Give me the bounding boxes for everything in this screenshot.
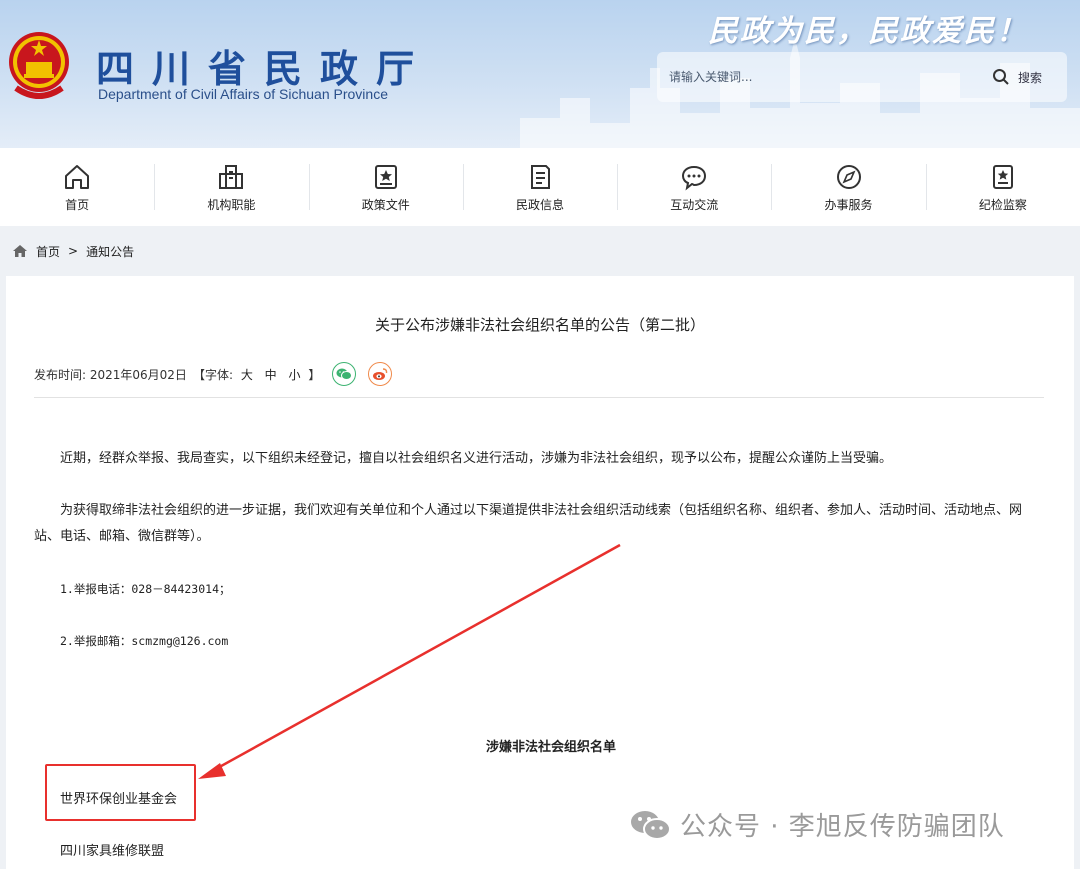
nav-item-label: 政策文件 [361, 197, 410, 212]
nav-item-label: 民政信息 [515, 197, 564, 212]
article-panel: 关于公布涉嫌非法社会组织名单的公告（第二批） 发布时间: 2021年06月02日… [6, 276, 1074, 869]
article-title: 关于公布涉嫌非法社会组织名单的公告（第二批） [374, 316, 705, 334]
home-icon [13, 245, 27, 257]
national-emblem-icon [9, 32, 69, 99]
badge-icon [992, 164, 1013, 189]
report-phone: 1.举报电话：028－84423014； [60, 582, 231, 596]
paragraph-2: 为获得取缔非法社会组织的进一步证据，我们欢迎有关单位和个人通过以下渠道提供非法社… [34, 503, 1023, 544]
font-size-medium[interactable]: 中 [265, 368, 277, 382]
search-button[interactable]: 搜索 [992, 64, 1062, 90]
nav-item-organization[interactable]: 机构职能 [154, 148, 308, 226]
nav-item-info[interactable]: 民政信息 [462, 148, 617, 226]
home-icon [65, 164, 90, 189]
nav-item-discipline[interactable]: 纪检监察 [925, 148, 1080, 226]
watermark-text: 公众号 · 李旭反传防骗团队 [680, 812, 1005, 842]
paragraph-1: 近期，经群众举报、我局查实，以下组织未经登记，擅自以社会组织名义进行活动，涉嫌为… [60, 451, 893, 466]
site-title: 四川省民政厅 [96, 46, 433, 91]
nav-item-label: 机构职能 [207, 197, 256, 212]
breadcrumb: 首页 > 通知公告 [0, 226, 1080, 276]
compass-icon [836, 164, 861, 189]
share-wechat-button[interactable] [332, 362, 357, 386]
nav-item-label: 办事服务 [824, 197, 873, 212]
search-input[interactable] [669, 64, 969, 90]
building-icon [219, 164, 244, 189]
slogan: 民政为民，民政爱民！ [708, 14, 1028, 49]
font-size-open: 【字体: [192, 367, 233, 382]
nav-item-label: 首页 [65, 197, 90, 212]
search-icon [993, 69, 1009, 85]
nav-item-home[interactable]: 首页 [0, 148, 154, 226]
search-button-label: 搜索 [1018, 70, 1043, 85]
star-document-icon [374, 164, 397, 189]
header-banner: 四川省民政厅 Department of Civil Affairs of Si… [0, 0, 1080, 148]
chat-icon [682, 165, 707, 190]
report-email[interactable]: 2.举报邮箱：scmzmg@126.com [60, 633, 228, 649]
breadcrumb-home-link[interactable]: 首页 [36, 243, 60, 260]
breadcrumb-current[interactable]: 通知公告 [86, 243, 134, 260]
font-size-large[interactable]: 大 [241, 368, 253, 382]
breadcrumb-separator: > [68, 244, 79, 258]
nav-item-label: 纪检监察 [978, 197, 1027, 212]
wechat-icon [631, 810, 671, 840]
font-size-close: 】 [308, 367, 321, 382]
share-weibo-button[interactable] [368, 362, 393, 386]
article-meta: 发布时间: 2021年06月02日 【字体: 大 中 小 】 [34, 362, 393, 386]
wechat-icon [336, 368, 353, 380]
publish-date: 发布时间: 2021年06月02日 [34, 367, 187, 382]
nav-item-interaction[interactable]: 互动交流 [617, 148, 771, 226]
nav-item-label: 互动交流 [670, 197, 719, 212]
highlight-box [45, 764, 196, 821]
nav-item-services[interactable]: 办事服务 [771, 148, 925, 226]
organization-item: 四川家具维修联盟 [60, 844, 165, 859]
nav-item-policy[interactable]: 政策文件 [308, 148, 463, 226]
weibo-icon [373, 368, 388, 380]
list-title: 涉嫌非法社会组织名单 [485, 740, 616, 755]
site-subtitle: Department of Civil Affairs of Sichuan P… [98, 86, 388, 102]
font-size-small[interactable]: 小 [289, 368, 301, 382]
meta-divider [34, 397, 1044, 398]
watermark: 公众号 · 李旭反传防骗团队 [630, 806, 1005, 843]
document-icon [530, 164, 550, 189]
font-size-switcher: 【字体: 大 中 小 】 [193, 366, 320, 383]
main-nav: 首页 机构职能 政策文件 民政信息 互动交流 办事服务 纪检监察 [0, 148, 1080, 226]
